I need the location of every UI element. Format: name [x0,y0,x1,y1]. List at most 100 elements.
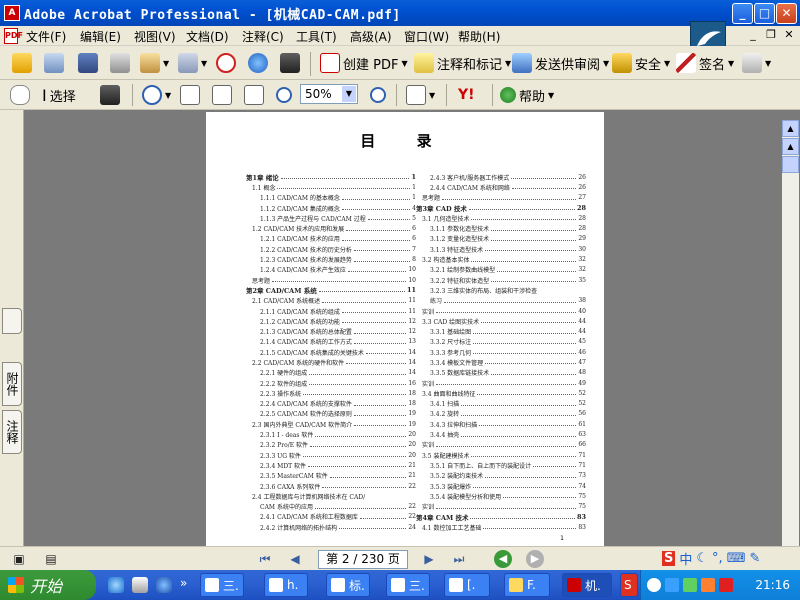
toc-entry[interactable]: 2.1.1 CAD/CAM 系统的组成 11 [246,306,416,316]
toc-entry[interactable]: 1.2.1 CAD/CAM 技术的应用 6 [246,234,416,244]
organizer-button[interactable] [44,51,64,75]
toc-entry[interactable]: 第2章 CAD/CAM 系统 11 [246,285,416,295]
page-options-button[interactable]: ▼ [742,51,771,75]
chevron-double-right-icon[interactable]: » [180,576,187,590]
ime-language[interactable]: 中 [679,549,692,568]
menu-comments[interactable]: 注释(C) [242,28,284,45]
toc-entry[interactable]: 2.3.5 MasterCAM 软件 21 [246,471,416,481]
toc-entry[interactable]: 第4章 CAM 技术 83 [416,512,586,522]
toc-entry[interactable]: 2.4.1 CAD/CAM 系统和工程数据库 22 [246,512,416,522]
toc-entry[interactable]: 3.4.1 扫描 52 [416,399,586,409]
quicklaunch-app-icon[interactable] [132,577,148,593]
toc-entry[interactable]: 2.2 CAD/CAM 系统的硬件和软件 14 [246,357,416,367]
toc-entry[interactable]: 2.4 工程数据库与计算机网络技术在 CAD/ [246,491,416,501]
toc-entry[interactable]: 2.3.1 I - deas 软件 20 [246,429,416,439]
toc-entry[interactable]: 1.2.4 CAD/CAM 技术产生效应 10 [246,265,416,275]
toc-entry[interactable]: 思考题 10 [246,275,416,285]
toc-entry[interactable]: 3.3.3 参考几何 46 [416,347,586,357]
toc-entry[interactable]: 3.1.3 特征造型技术 30 [416,244,586,254]
fit-page-button[interactable] [212,83,232,107]
menu-file[interactable]: 文件(F) [26,28,66,45]
side-tab-attachments[interactable]: 附件 [2,362,22,406]
task-button-acrobat[interactable]: 机. [562,573,612,597]
menu-edit[interactable]: 编辑(E) [80,28,121,45]
menu-document[interactable]: 文档(D) [186,28,229,45]
toc-entry[interactable]: 2.4.4 CAD/CAM 系统和网络 26 [416,182,586,192]
toc-entry[interactable]: 思考题 27 [416,193,586,203]
close-button[interactable]: ✕ [776,3,797,24]
toc-entry[interactable]: 2.2.1 硬件的组成 14 [246,368,416,378]
toc-entry[interactable]: 2.3 国内外典型 CAD/CAM 软件简介 19 [246,419,416,429]
toc-entry[interactable]: 2.3.6 CAXA 系列软件 22 [246,481,416,491]
tasks-button[interactable]: ▼ [140,51,169,75]
toc-entry[interactable]: CAM 系统中的应用 22 [246,502,416,512]
first-page-button[interactable]: ⏮ [256,550,274,568]
tray-app-icon[interactable] [683,578,697,592]
minimize-button[interactable]: _ [732,3,753,24]
sign-button[interactable]: 签名 ▼ [676,51,734,75]
previous-page-button[interactable]: ◀ [286,550,304,568]
menu-help[interactable]: 帮助(H) [458,28,500,45]
toc-entry[interactable]: 2.1.2 CAD/CAM 系统的功能 12 [246,316,416,326]
tray-k-icon[interactable] [719,578,733,592]
select-tool-button[interactable]: I 选择 [42,83,76,107]
tray-network-icon[interactable] [665,578,679,592]
ie-browser-icon[interactable] [108,577,124,593]
task-button-4[interactable]: 三. [386,573,430,597]
toc-entry[interactable]: 第1章 绪论 1 [246,172,416,182]
doc-minimize-button[interactable]: _ [746,29,760,43]
toc-entry[interactable]: 2.3.3 UG 软件 20 [246,450,416,460]
layout-continuous-icon[interactable]: ▤ [42,550,60,568]
toc-entry[interactable]: 2.2.3 操作系统 18 [246,388,416,398]
snapshot-button[interactable] [100,83,120,107]
toc-entry[interactable]: 1.2.3 CAD/CAM 技术的发展趋势 8 [246,254,416,264]
side-tab-comments[interactable]: 注释 [2,410,22,454]
doc-close-button[interactable]: ✕ [782,29,796,43]
menu-tools[interactable]: 工具(T) [296,28,337,45]
toc-entry[interactable]: 3.5.1 自下而上、自上而下的装配设计 71 [416,460,586,470]
ime-toolbar[interactable]: S 中 ☾ °, ⌨ ✎ [662,549,760,568]
side-tab-blank[interactable] [2,308,22,334]
open-button[interactable] [12,51,32,75]
email-button[interactable] [248,51,268,75]
toc-entry[interactable]: 3.4 曲面和曲线特征 52 [416,388,586,398]
toc-entry[interactable]: 3.3.2 尺寸标注 45 [416,337,586,347]
toc-entry[interactable]: 3.4.4 抽壳 63 [416,429,586,439]
toc-entry[interactable]: 3.1.1 参数化造型技术 28 [416,223,586,233]
start-button[interactable]: 开始 [0,570,96,600]
layout-single-icon[interactable]: ▣ [10,550,28,568]
toc-entry[interactable]: 3.1.2 变量化造型技术 29 [416,234,586,244]
hand-tool-button[interactable] [10,83,30,107]
toc-entry[interactable]: 练习 38 [416,296,586,306]
toc-entry[interactable]: 3.2 构造基本实体 32 [416,254,586,264]
save-button[interactable] [78,51,98,75]
toc-entry[interactable]: 3.2.1 绘制参数曲线模型 32 [416,265,586,275]
search-button[interactable] [280,51,300,75]
scroll-thumb[interactable] [782,156,799,173]
toc-entry[interactable]: 实训 49 [416,378,586,388]
toc-entry[interactable]: 3.3.4 模板文件管理 47 [416,357,586,367]
print-button[interactable] [110,51,130,75]
vertical-scrollbar[interactable]: ▲ ▲ [782,120,799,546]
toc-entry[interactable]: 3.4.3 拉伸和扫描 61 [416,419,586,429]
stamp-button[interactable] [216,51,236,75]
toc-entry[interactable]: 1.2 CAD/CAM 技术的应用和发展 6 [246,223,416,233]
comment-markup-button[interactable]: 注释和标记 ▼ [414,51,511,75]
help-button[interactable]: 帮助 ▼ [500,83,554,107]
toc-entry[interactable]: 3.3.5 数据库链接技术 48 [416,368,586,378]
toc-entry[interactable]: 1.2.2 CAD/CAM 技术的历史分析 7 [246,244,416,254]
toc-entry[interactable]: 3.2.2 特征和实体造型 35 [416,275,586,285]
toc-entry[interactable]: 2.2.5 CAD/CAM 软件的选择原则 19 [246,409,416,419]
scroll-page-up-icon[interactable]: ▲ [782,138,799,155]
zoom-level-input[interactable]: 50% ▼ [300,84,358,104]
previous-view-button[interactable]: ◀ [494,550,512,568]
toc-entry[interactable]: 3.3 CAD 绘图实技术 44 [416,316,586,326]
last-page-button[interactable]: ⏭ [450,550,468,568]
toc-entry[interactable]: 3.2.3 三维实体的布局、组装和干涉检查 [416,285,586,295]
task-button-1[interactable]: 三. [200,573,244,597]
pdf-document-icon[interactable]: PDF [4,28,23,44]
tray-arrow-icon[interactable] [647,578,661,592]
toc-entry[interactable]: 1.1.1 CAD/CAM 的基本概念 1 [246,193,416,203]
task-button-5[interactable]: [. [444,573,490,597]
toc-entry[interactable]: 3.5 装配建模技术 71 [416,450,586,460]
